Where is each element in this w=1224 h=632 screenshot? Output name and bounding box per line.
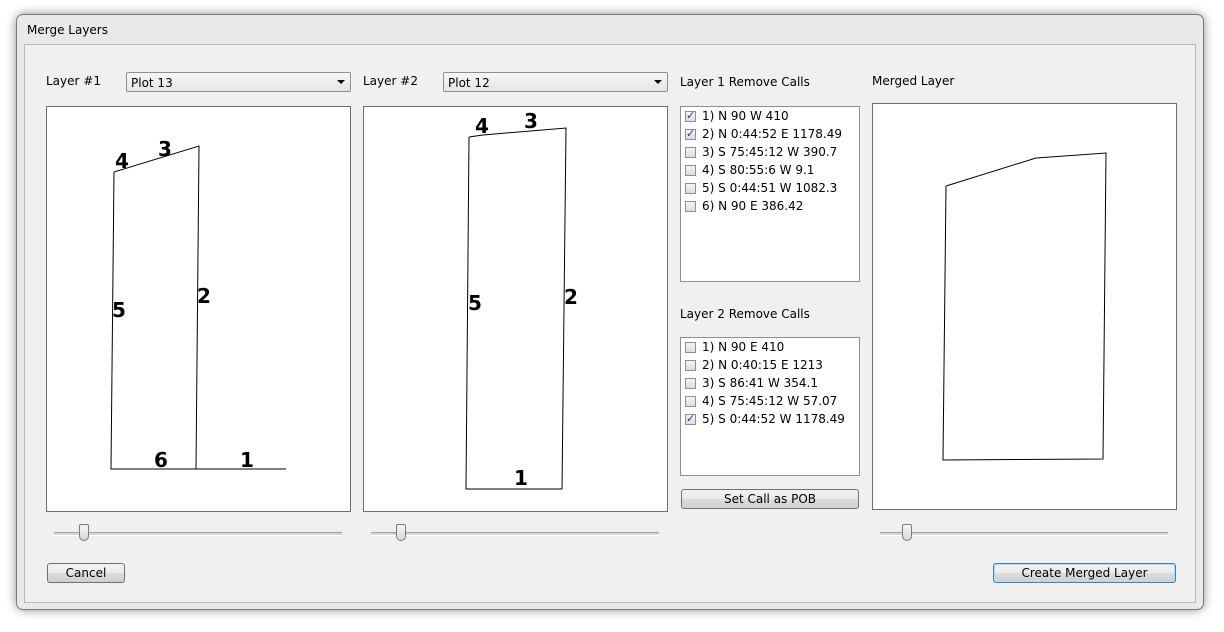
merged-layer-drawing [942,152,1107,461]
call-number-6: 6 [154,448,168,472]
call-label: 2) N 0:40:15 E 1213 [702,358,823,372]
layer1-remove-calls-label: Layer 1 Remove Calls [680,75,810,89]
set-call-as-pob-button[interactable]: Set Call as POB [681,489,859,509]
call-label: 6) N 90 E 386.42 [702,199,804,213]
checkbox[interactable] [685,164,696,176]
list-item[interactable]: 5) S 0:44:51 W 1082.3 [685,180,837,196]
call-number-1: 1 [240,448,254,472]
list-item[interactable]: 2) N 0:44:52 E 1178.49 [685,126,842,142]
slider-thumb[interactable] [396,524,406,541]
checkbox[interactable] [685,341,696,353]
call-label: 3) S 75:45:12 W 390.7 [702,145,838,159]
layer1-drawing: 1 2 3 4 5 6 [110,137,286,472]
call-number-3: 3 [524,109,538,133]
call-label: 2) N 0:44:52 E 1178.49 [702,127,843,141]
checkbox[interactable] [685,412,696,425]
layer1-select[interactable]: Plot 13 [126,72,351,92]
layer2-drawing: 1 2 3 4 5 [465,109,578,490]
list-item[interactable]: 3) S 86:41 W 354.1 [685,375,818,391]
call-number-2: 2 [197,284,211,308]
list-item[interactable]: 1) N 90 W 410 [685,108,789,124]
checkbox[interactable] [685,200,696,212]
call-number-3: 3 [158,137,172,161]
merged-layer-canvas[interactable] [872,103,1177,510]
list-item[interactable]: 1) N 90 E 410 [685,339,784,355]
layer2-remove-calls-label: Layer 2 Remove Calls [680,307,810,321]
slider-track [880,532,1168,536]
merged-layer-label: Merged Layer [872,74,955,88]
layer2-remove-calls-list[interactable]: 1) N 90 E 410 2) N 0:40:15 E 1213 3) S 8… [680,337,860,476]
checkbox[interactable] [685,109,696,122]
merged-zoom-slider[interactable] [880,524,1168,544]
layer1-remove-calls-list[interactable]: 1) N 90 W 410 2) N 0:44:52 E 1178.49 3) … [680,106,860,282]
layer1-label: Layer #1 [46,74,101,88]
list-item[interactable]: 4) S 80:55:6 W 9.1 [685,162,814,178]
dialog-client-area: Layer #1 Plot 13 1 2 3 4 5 6 Layer #2 Pl… [24,44,1196,603]
merge-layers-dialog: Merge Layers Layer #1 Plot 13 1 2 3 4 5 … [16,14,1204,610]
layer1-canvas[interactable]: 1 2 3 4 5 6 [46,106,351,512]
call-label: 1) N 90 W 410 [702,109,789,123]
chevron-down-icon [337,80,345,84]
call-number-5: 5 [112,298,126,322]
checkbox[interactable] [685,146,696,158]
call-number-4: 4 [475,114,489,138]
call-number-5: 5 [468,291,482,315]
call-label: 5) S 0:44:51 W 1082.3 [702,181,838,195]
list-item[interactable]: 4) S 75:45:12 W 57.07 [685,393,837,409]
slider-thumb[interactable] [79,524,89,541]
call-label: 3) S 86:41 W 354.1 [702,376,818,390]
checkbox[interactable] [685,395,696,407]
create-merged-layer-button[interactable]: Create Merged Layer [993,563,1176,583]
list-item[interactable]: 6) N 90 E 386.42 [685,198,803,214]
call-number-2: 2 [564,285,578,309]
checkbox[interactable] [685,359,696,371]
call-label: 5) S 0:44:52 W 1178.49 [702,412,845,426]
layer2-canvas[interactable]: 1 2 3 4 5 [363,106,668,512]
chevron-down-icon [654,80,662,84]
call-number-4: 4 [115,149,129,173]
slider-track [54,532,342,536]
slider-thumb[interactable] [902,524,912,541]
call-label: 1) N 90 E 410 [702,340,785,354]
checkbox[interactable] [685,182,696,194]
checkbox[interactable] [685,377,696,389]
layer2-selected-value: Plot 12 [448,76,490,90]
cancel-button[interactable]: Cancel [47,563,125,583]
slider-track [371,532,659,536]
call-number-1: 1 [514,466,528,490]
layer1-selected-value: Plot 13 [131,76,173,90]
call-label: 4) S 80:55:6 W 9.1 [702,163,815,177]
call-label: 4) S 75:45:12 W 57.07 [702,394,838,408]
layer2-label: Layer #2 [363,74,418,88]
list-item[interactable]: 3) S 75:45:12 W 390.7 [685,144,837,160]
layer2-zoom-slider[interactable] [371,524,659,544]
layer1-zoom-slider[interactable] [54,524,342,544]
layer2-select[interactable]: Plot 12 [443,72,668,92]
checkbox[interactable] [685,127,696,140]
list-item[interactable]: 2) N 0:40:15 E 1213 [685,357,823,373]
list-item[interactable]: 5) S 0:44:52 W 1178.49 [685,411,845,427]
window-title: Merge Layers [27,23,108,37]
